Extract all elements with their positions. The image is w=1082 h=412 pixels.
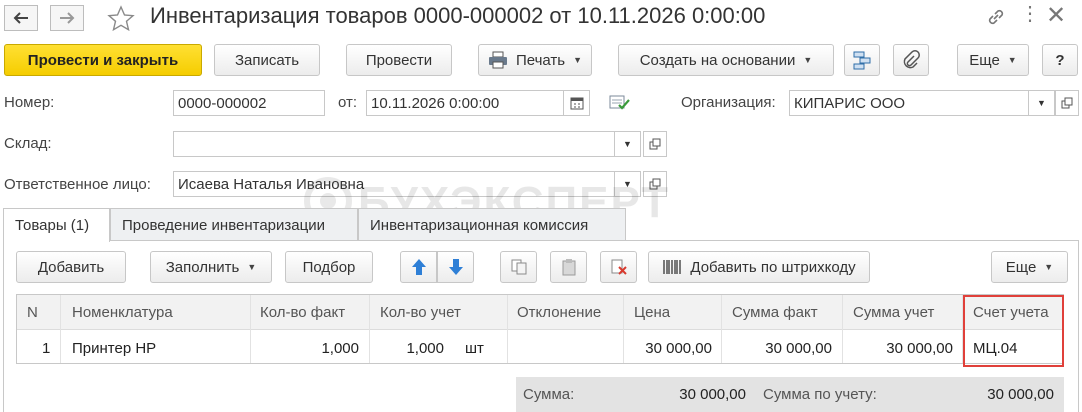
post-label: Провести	[365, 51, 433, 69]
column-header-sum-acc[interactable]: Сумма учет	[853, 295, 934, 330]
add-by-barcode-button[interactable]: Добавить по штрихкоду	[648, 251, 870, 283]
tab-inventory-commission[interactable]: Инвентаризационная комиссия	[358, 208, 626, 241]
move-down-button[interactable]	[437, 251, 474, 283]
post-and-close-button[interactable]: Провести и закрыть	[4, 44, 202, 76]
arrow-right-icon	[60, 12, 75, 24]
more-button[interactable]: Еще ▼	[957, 44, 1029, 76]
chevron-down-icon: ▼	[1044, 262, 1054, 272]
cell-n[interactable]: 1	[42, 334, 50, 362]
post-and-close-label: Провести и закрыть	[27, 51, 179, 69]
create-based-on-label: Создать на основании	[639, 51, 796, 69]
column-header-sum-fact[interactable]: Сумма факт	[732, 295, 818, 330]
save-button[interactable]: Записать	[214, 44, 320, 76]
printer-icon	[488, 51, 507, 69]
sum-label: Сумма:	[523, 386, 575, 403]
fill-button[interactable]: Заполнить ▼	[150, 251, 272, 283]
warehouse-label: Склад:	[4, 135, 52, 152]
sum-value: 30 000,00	[679, 386, 746, 403]
star-icon[interactable]	[107, 5, 135, 33]
create-based-on-button[interactable]: Создать на основании ▼	[618, 44, 834, 76]
delete-icon	[611, 259, 627, 275]
arrow-down-icon	[448, 259, 463, 275]
forward-button[interactable]	[50, 5, 84, 31]
organization-field[interactable]: КИПАРИС ООО	[789, 90, 1029, 116]
tab-inventory-posting[interactable]: Проведение инвентаризации	[110, 208, 358, 241]
selection-button[interactable]: Подбор	[285, 251, 373, 283]
calendar-icon	[570, 97, 583, 110]
posted-status-icon	[609, 95, 630, 110]
organization-dropdown-button[interactable]: ▼	[1029, 90, 1055, 116]
organization-open-button[interactable]	[1055, 90, 1079, 116]
barcode-icon	[663, 260, 682, 274]
sum-by-account-value: 30 000,00	[987, 386, 1054, 403]
print-label: Печать	[515, 51, 566, 69]
cell-qty-fact[interactable]: 1,000	[250, 334, 359, 362]
number-field[interactable]: 0000-000002	[173, 90, 325, 116]
cell-price[interactable]: 30 000,00	[623, 334, 712, 362]
cell-sum-fact[interactable]: 30 000,00	[721, 334, 832, 362]
copy-icon	[511, 259, 526, 275]
chevron-down-icon: ▼	[247, 262, 257, 272]
calendar-button[interactable]	[564, 90, 590, 116]
open-form-icon	[1061, 97, 1073, 109]
arrow-left-icon	[13, 12, 28, 24]
post-button[interactable]: Провести	[346, 44, 452, 76]
account-column-highlight	[963, 295, 1064, 367]
cell-unit[interactable]: шт	[465, 334, 484, 362]
cell-sum-acc[interactable]: 30 000,00	[842, 334, 953, 362]
arrow-up-icon	[411, 259, 426, 275]
column-header-deviation[interactable]: Отклонение	[517, 295, 601, 330]
organization-label: Организация:	[681, 94, 776, 111]
add-row-label: Добавить	[37, 258, 105, 276]
copy-button[interactable]	[500, 251, 537, 283]
date-field[interactable]: 10.11.2026 0:00:00	[366, 90, 564, 116]
structure-button[interactable]	[844, 44, 880, 76]
more-label: Еще	[969, 51, 1000, 69]
move-up-button[interactable]	[400, 251, 437, 283]
column-header-qty-acc[interactable]: Кол-во учет	[380, 295, 461, 330]
add-by-barcode-label: Добавить по штрихкоду	[690, 258, 856, 276]
column-header-item[interactable]: Номенклатура	[72, 295, 173, 330]
fill-label: Заполнить	[165, 258, 240, 276]
more-actions-icon[interactable]: ⋮	[1020, 4, 1040, 24]
add-row-button[interactable]: Добавить	[16, 251, 126, 283]
chevron-down-icon: ▼	[803, 55, 813, 65]
table-more-button[interactable]: Еще ▼	[991, 251, 1068, 283]
tab-goods[interactable]: Товары (1)	[3, 208, 110, 242]
number-label: Номер:	[4, 94, 55, 111]
cell-item[interactable]: Принтер HP	[72, 334, 156, 362]
responsible-label: Ответственное лицо:	[4, 176, 151, 193]
attach-button[interactable]	[893, 44, 929, 76]
open-form-icon	[649, 138, 661, 150]
paste-button[interactable]	[550, 251, 587, 283]
table-more-label: Еще	[1005, 258, 1037, 276]
cell-qty-acc[interactable]: 1,000	[369, 334, 444, 362]
date-label: от:	[338, 94, 358, 111]
print-button[interactable]: Печать ▼	[478, 44, 592, 76]
chevron-down-icon: ▼	[1007, 55, 1017, 65]
paperclip-icon	[903, 50, 920, 69]
warehouse-dropdown-button[interactable]: ▼	[615, 131, 641, 157]
warehouse-open-button[interactable]	[643, 131, 667, 157]
warehouse-field[interactable]	[173, 131, 615, 157]
link-icon[interactable]	[985, 6, 1007, 28]
column-header-n[interactable]: N	[27, 295, 38, 330]
column-header-qty-fact[interactable]: Кол-во факт	[260, 295, 345, 330]
save-label: Записать	[234, 51, 300, 69]
column-header-price[interactable]: Цена	[634, 295, 670, 330]
delete-row-button[interactable]	[600, 251, 637, 283]
help-label: ?	[1055, 51, 1065, 69]
selection-label: Подбор	[302, 258, 356, 276]
help-button[interactable]: ?	[1042, 44, 1078, 76]
back-button[interactable]	[4, 5, 38, 31]
sum-by-account-label: Сумма по учету:	[763, 386, 877, 403]
chevron-down-icon: ▼	[573, 55, 583, 65]
close-icon[interactable]: ✕	[1046, 1, 1066, 30]
window-title: Инвентаризация товаров 0000-000002 от 10…	[150, 3, 766, 28]
hierarchy-icon	[853, 51, 871, 70]
paste-icon	[562, 259, 575, 276]
